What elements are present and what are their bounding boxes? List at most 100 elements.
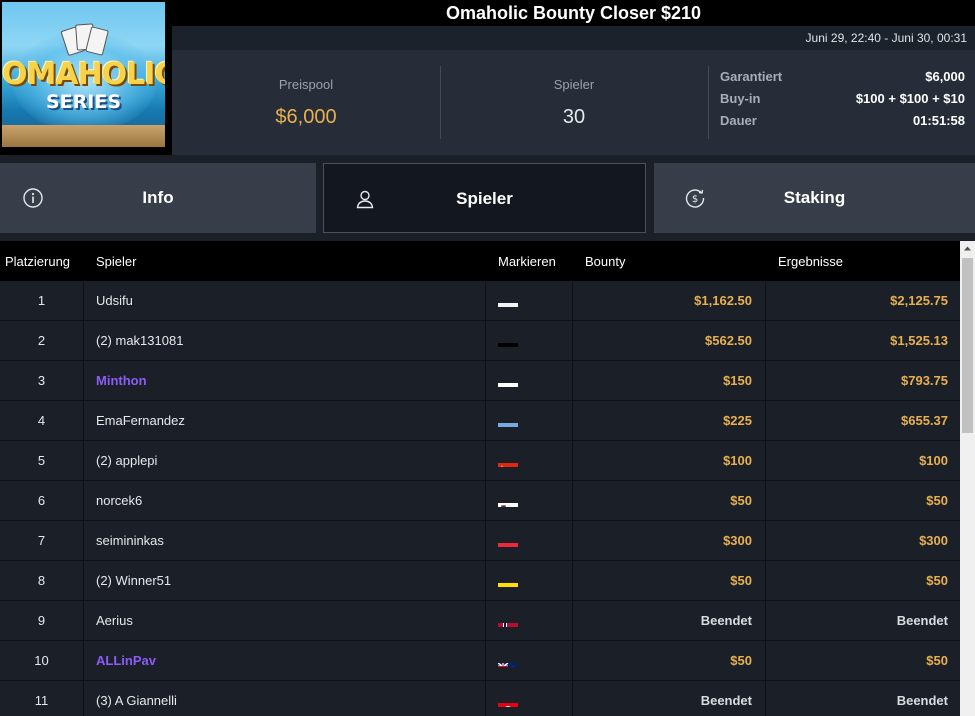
new-zealand-flag-icon	[498, 653, 518, 667]
rank-cell: 6	[0, 481, 84, 521]
player-name-cell[interactable]: Minthon	[84, 361, 486, 401]
result-cell: $793.75	[901, 373, 948, 388]
header-player[interactable]: Spieler	[96, 241, 136, 283]
tournament-details: Garantiert $6,000 Buy-in $100 + $100 + $…	[720, 69, 965, 135]
rank-cell: 4	[0, 401, 84, 441]
tournament-dates: Juni 29, 22:40 - Juni 30, 00:31	[172, 26, 975, 50]
tournament-title: Omaholic Bounty Closer $210	[172, 0, 975, 26]
players-value: 30	[562, 106, 586, 128]
table-scrollbar[interactable]	[960, 241, 975, 716]
prize-pool-stat: Preispool $6,000	[172, 50, 440, 155]
header-bounty[interactable]: Bounty	[585, 241, 625, 283]
result-cell: $300	[919, 533, 948, 548]
rank-cell: 2	[0, 321, 84, 361]
slovenia-flag-icon	[498, 493, 518, 507]
player-name-cell[interactable]: (2) mak131081	[84, 321, 486, 361]
rank-cell: 7	[0, 521, 84, 561]
bounty-cell: $50	[573, 481, 766, 521]
divider	[708, 66, 709, 139]
rank-cell: 1	[0, 281, 84, 321]
detail-label: Dauer	[720, 113, 757, 128]
table-row[interactable]: 6 norcek6 $50 $50	[0, 481, 960, 521]
bounty-cell: $225	[573, 401, 766, 441]
player-name-cell[interactable]: EmaFernandez	[84, 401, 486, 441]
player-name-cell[interactable]: seimininkas	[84, 521, 486, 561]
player-name-cell[interactable]: Aerius	[84, 601, 486, 641]
bounty-cell: $562.50	[573, 321, 766, 361]
bounty-cell: $150	[573, 361, 766, 401]
flag-cell	[486, 361, 573, 401]
header-flag[interactable]: Markieren	[498, 241, 556, 283]
prize-pool-value: $6,000	[275, 106, 337, 128]
germany-flag-icon	[498, 333, 518, 347]
players-label: Spieler	[553, 77, 595, 92]
player-name-cell[interactable]: (3) A Giannelli	[84, 681, 486, 716]
ecuador-flag-icon	[498, 573, 518, 587]
table-row[interactable]: 7 seimininkas $300 $300	[0, 521, 960, 561]
flag-cell	[486, 601, 573, 641]
tab-staking[interactable]: $ Staking	[654, 163, 975, 233]
table-row[interactable]: 4 EmaFernandez $225 $655.37	[0, 401, 960, 441]
rank-cell: 3	[0, 361, 84, 401]
player-name-cell[interactable]: norcek6	[84, 481, 486, 521]
player-name-cell[interactable]: ALLinPav	[84, 641, 486, 681]
table-row[interactable]: 9 Aerius Beendet Beendet	[0, 601, 960, 641]
tab-players[interactable]: Spieler	[323, 163, 646, 233]
flag-cell	[486, 641, 573, 681]
rank-cell: 11	[0, 681, 84, 716]
rank-cell: 8	[0, 561, 84, 601]
norway-flag-icon	[498, 613, 518, 627]
player-name-cell[interactable]: (2) Winner51	[84, 561, 486, 601]
table-row[interactable]: 10 ALLinPav $50 $50	[0, 641, 960, 681]
bounty-cell: $50	[573, 641, 766, 681]
prize-pool-label: Preispool	[278, 77, 334, 92]
table-row[interactable]: 1 Udsifu $1,162.50 $2,125.75	[0, 281, 960, 321]
bounty-cell: $100	[573, 441, 766, 481]
result-cell: $2,125.75	[890, 293, 948, 308]
flag-cell	[486, 321, 573, 361]
bounty-cell: Beendet	[573, 681, 766, 716]
argentina-flag-icon	[498, 413, 518, 427]
result-cell: Beendet	[896, 693, 948, 708]
table-row[interactable]: 5 (2) applepi $100 $100	[0, 441, 960, 481]
table-row[interactable]: 8 (2) Winner51 $50 $50	[0, 561, 960, 601]
flag-cell	[486, 441, 573, 481]
logo-text-series: SERIES	[45, 91, 122, 113]
players-table: Platzierung Spieler Markieren Bounty Erg…	[0, 241, 960, 716]
tournament-logo: OMAHOLIC SERIES	[0, 0, 172, 155]
rank-cell: 9	[0, 601, 84, 641]
flag-cell	[486, 561, 573, 601]
bounty-cell: $50	[573, 561, 766, 601]
scroll-up-arrow-icon[interactable]	[960, 241, 975, 256]
result-cell: $1,525.13	[890, 333, 948, 348]
result-cell: $100	[919, 453, 948, 468]
flag-cell	[486, 521, 573, 561]
flag-cell	[486, 401, 573, 441]
tab-info[interactable]: Info	[0, 163, 316, 233]
player-name-cell[interactable]: Udsifu	[84, 281, 486, 321]
stats-panel: Preispool $6,000 Spieler 30 Garantiert $…	[172, 50, 975, 155]
russia-flag-icon	[498, 373, 518, 387]
players-stat: Spieler 30	[441, 50, 707, 155]
tab-players-label: Spieler	[456, 189, 513, 208]
tab-info-label: Info	[142, 188, 174, 207]
flag-cell	[486, 281, 573, 321]
table-body: 1 Udsifu $1,162.50 $2,125.75 2 (2) mak131081 $…	[0, 281, 960, 716]
result-cell: $50	[926, 493, 948, 508]
table-header: Platzierung Spieler Markieren Bounty Erg…	[0, 241, 960, 281]
poland-flag-icon	[498, 293, 518, 307]
player-name-cell[interactable]: (2) applepi	[84, 441, 486, 481]
scrollbar-thumb[interactable]	[962, 258, 973, 433]
china-flag-icon	[498, 453, 518, 467]
cards-icon	[60, 23, 110, 57]
detail-duration: Dauer 01:51:58	[720, 113, 965, 135]
table-row[interactable]: 3 Minthon $150 $793.75	[0, 361, 960, 401]
rank-cell: 10	[0, 641, 84, 681]
header-rank[interactable]: Platzierung	[5, 241, 70, 283]
bounty-cell: $300	[573, 521, 766, 561]
table-row[interactable]: 2 (2) mak131081 $562.50 $1,525.13	[0, 321, 960, 361]
bounty-cell: $1,162.50	[573, 281, 766, 321]
tab-staking-label: Staking	[783, 188, 846, 207]
header-results[interactable]: Ergebnisse	[778, 241, 843, 283]
table-row[interactable]: 11 (3) A Giannelli Beendet Beendet	[0, 681, 960, 716]
